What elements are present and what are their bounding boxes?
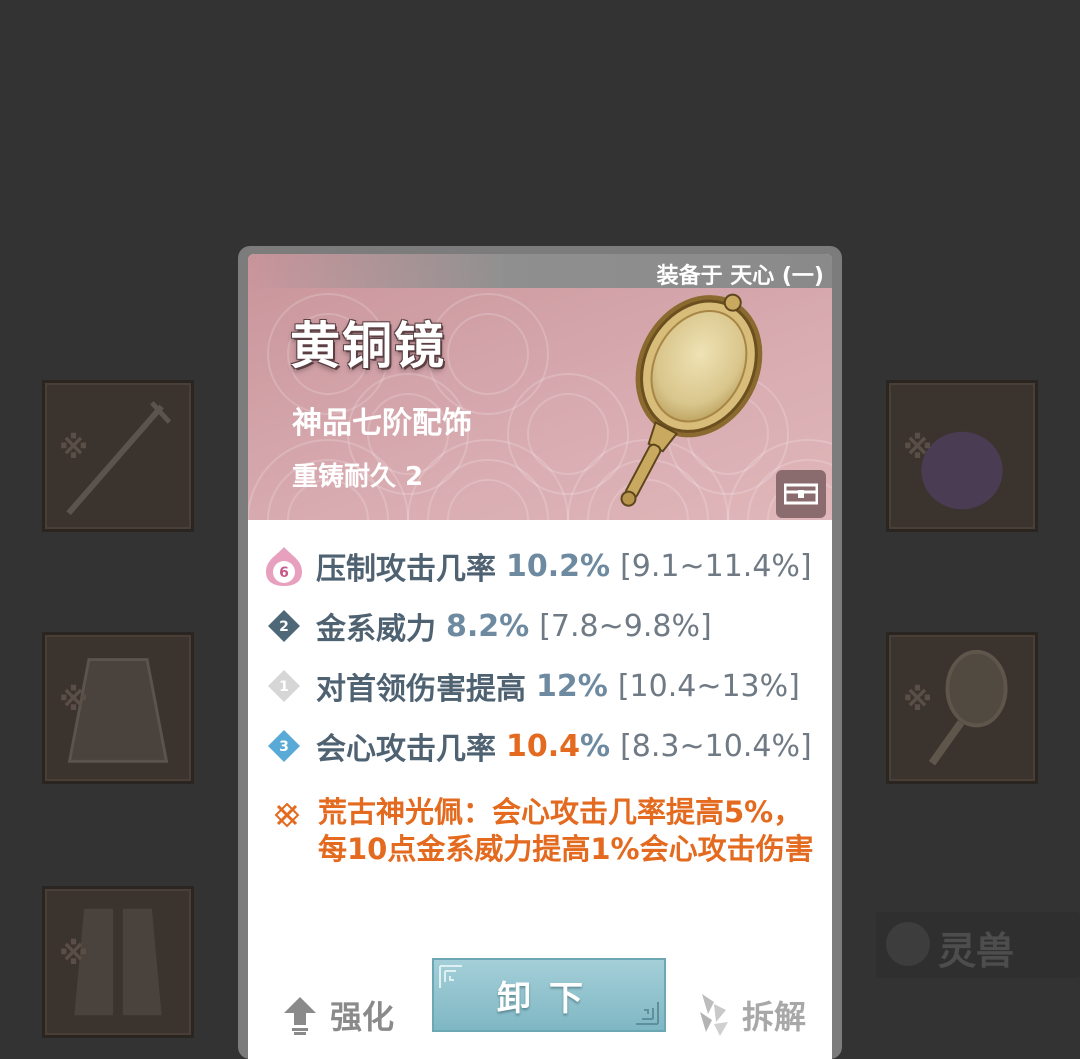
stat-row: 2 金系威力 8.2% [7.8~9.8%] [262,596,822,656]
diamond-badge-icon: 2 [268,610,300,642]
spirit-beast-tab[interactable]: 灵兽 [876,912,1080,978]
rune-icon: ※ [59,683,89,718]
item-tooltip-body: 装备于 天心 (一) 黄铜镜 神品七阶配饰 重铸耐久 2 6 压制攻击几率 10… [248,254,832,1059]
equipment-slot-armor[interactable]: ※ [42,632,194,784]
stat-name: 压制攻击几率 [316,552,496,587]
stat-value: 10.4% [506,729,610,764]
stat-range: [9.1~11.4%] [620,548,812,584]
set-bonus-text: 荒古神光佩：会心攻击几率提高5%，每10点金系威力提高1%会心攻击伤害 [318,795,814,866]
stat-value-unit: % [580,728,611,764]
arrow-up-icon [284,997,316,1035]
dismantle-label: 拆解 [742,998,807,1036]
equipped-on-label: 装备于 天心 (一) [656,264,824,289]
stat-row: 6 压制攻击几率 10.2% [9.1~11.4%] [262,536,822,596]
brass-mirror-image [620,293,763,507]
unequip-label: 卸下 [497,978,601,1019]
item-name: 黄铜镜 [290,316,446,375]
stat-name: 金系威力 [316,612,436,647]
item-tooltip: 装备于 天心 (一) 黄铜镜 神品七阶配饰 重铸耐久 2 6 压制攻击几率 10… [238,246,842,1059]
spirit-beast-tab-label: 灵兽 [938,929,1015,973]
chest-icon [784,483,818,505]
equipment-slot-accessory[interactable]: ※ [886,632,1038,784]
unequip-button[interactable]: 卸下 [432,958,666,1032]
equipment-slot-boots[interactable]: ※ [42,886,194,1038]
rune-icon: ※ [59,431,89,466]
svg-text:1: 1 [279,679,289,695]
lotus-badge-icon: 6 [266,547,302,586]
equipment-slot-weapon[interactable]: ※ [42,380,194,532]
item-grade: 神品七阶配饰 [292,406,472,441]
stat-range: [7.8~9.8%] [539,608,712,644]
item-header: 装备于 天心 (一) 黄铜镜 神品七阶配饰 重铸耐久 2 [248,254,832,520]
corner-ornament-icon [439,965,462,988]
rune-icon: ※ [903,683,933,718]
svg-text:2: 2 [279,619,289,635]
stat-value: 8.2% [446,608,530,644]
stat-row: 3 会心攻击几率 10.4% [8.3~10.4%] [262,716,822,776]
dismantle-button[interactable]: 拆解 [694,992,806,1038]
rune-icon: ※ [903,431,933,466]
shatter-icon [700,994,728,1036]
compare-button[interactable] [776,470,826,518]
stat-value: 12% [536,668,608,704]
corner-ornament-icon [636,1002,659,1025]
enhance-label: 强化 [330,998,395,1036]
diamond-badge-icon: 3 [268,730,300,762]
stat-value: 10.2% [506,548,611,584]
stat-list: 6 压制攻击几率 10.2% [9.1~11.4%] 2 金系威力 8.2% [… [262,536,822,776]
equipment-slot-pendant[interactable]: ※ [886,380,1038,532]
stat-value-max: 10.4 [506,728,581,764]
stat-range: [8.3~10.4%] [620,728,812,764]
set-bonus: 荒古神光佩：会心攻击几率提高5%，每10点金系威力提高1%会心攻击伤害 [274,794,814,868]
stat-range: [10.4~13%] [617,668,800,704]
stat-name: 会心攻击几率 [316,732,496,767]
item-durability: 重铸耐久 2 [292,462,424,492]
stat-row: 1 对首领伤害提高 12% [10.4~13%] [262,656,822,716]
stat-name: 对首领伤害提高 [316,672,526,707]
enhance-button[interactable]: 强化 [282,992,394,1038]
set-rune-icon [274,802,300,828]
svg-text:6: 6 [279,565,289,581]
diamond-badge-icon: 1 [268,670,300,702]
svg-text:3: 3 [279,739,289,755]
beast-icon [886,922,930,966]
rune-icon: ※ [59,937,89,972]
